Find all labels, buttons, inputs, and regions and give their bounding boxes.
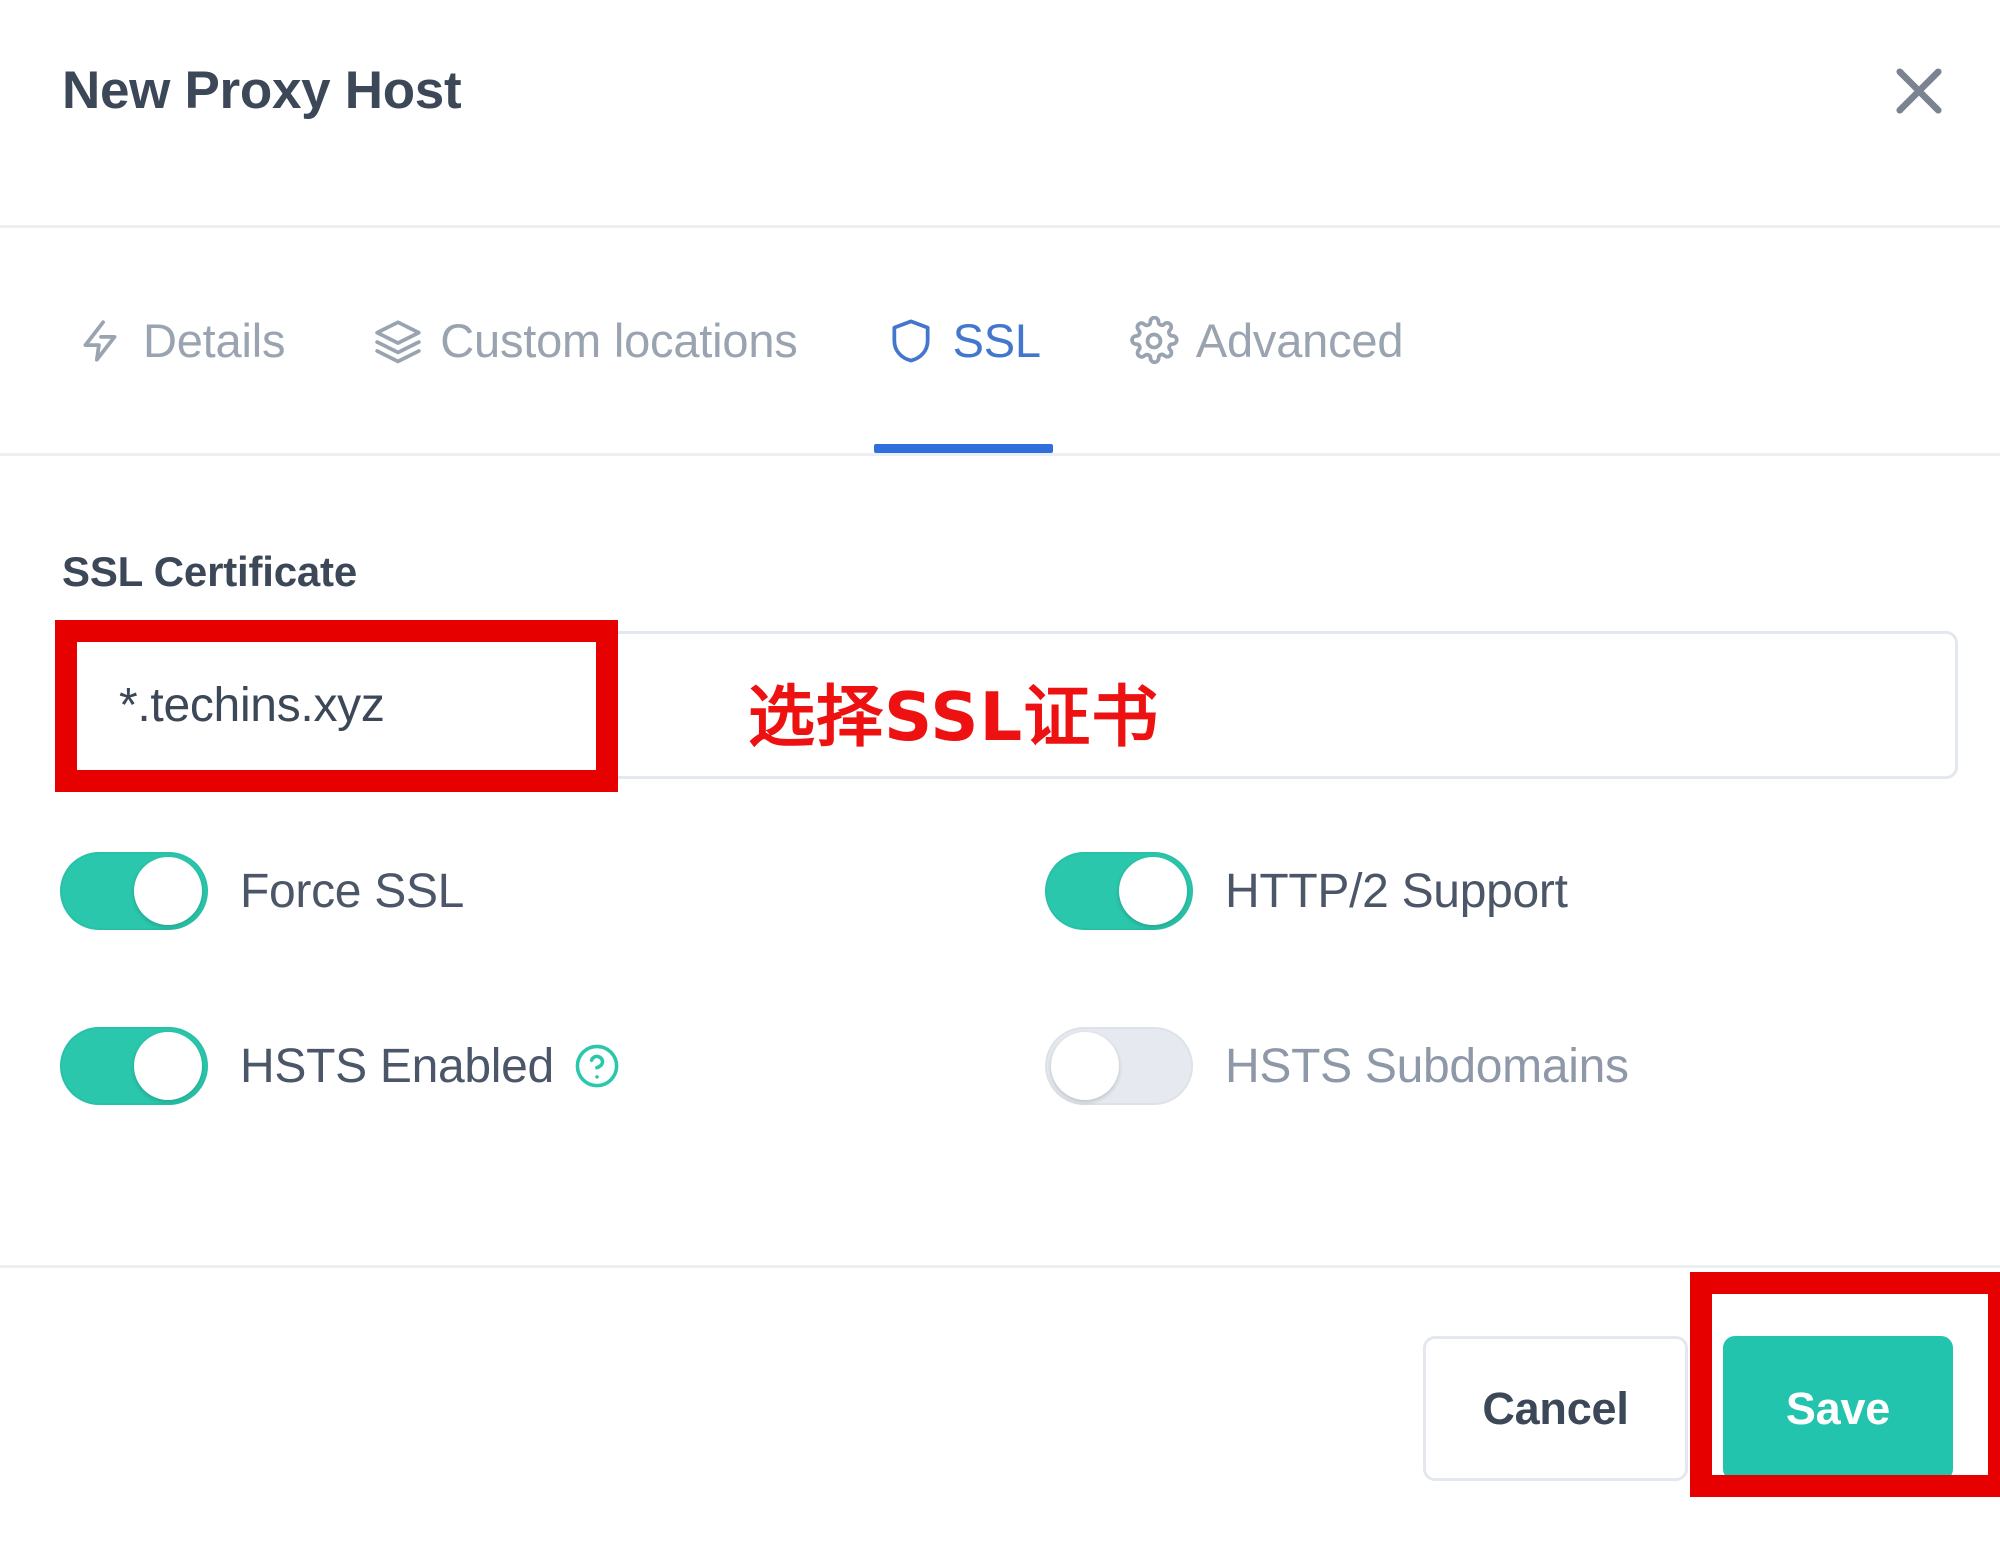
toggle-force-ssl[interactable] xyxy=(60,852,208,930)
save-button[interactable]: Save xyxy=(1723,1336,1953,1481)
tab-label: Details xyxy=(143,314,286,367)
tab-details[interactable]: Details xyxy=(52,228,309,453)
tab-advanced[interactable]: Advanced xyxy=(1105,228,1427,453)
modal-header: New Proxy Host xyxy=(0,0,2000,228)
toggle-hsts-enabled[interactable] xyxy=(60,1027,208,1105)
ssl-certificate-select[interactable]: *.techins.xyz xyxy=(60,631,1958,779)
help-circle-icon[interactable] xyxy=(572,1041,622,1091)
tab-custom-locations[interactable]: Custom locations xyxy=(349,228,821,453)
toggle-label-force-ssl: Force SSL xyxy=(240,864,465,918)
ssl-certificate-value: *.techins.xyz xyxy=(119,678,385,732)
toggle-row-hsts-enabled: HSTS Enabled xyxy=(60,1027,622,1105)
toggle-label-hsts-enabled: HSTS Enabled xyxy=(240,1039,554,1093)
page-title: New Proxy Host xyxy=(62,61,462,120)
tab-label: Custom locations xyxy=(440,314,798,367)
lightning-bolt-icon xyxy=(76,316,126,366)
shield-icon xyxy=(886,316,936,366)
tab-ssl[interactable]: SSL xyxy=(862,228,1065,453)
modal-footer: Cancel Save xyxy=(0,1265,2000,1547)
toggle-knob xyxy=(134,857,202,925)
ssl-certificate-label: SSL Certificate xyxy=(62,548,357,595)
toggle-knob xyxy=(1051,1032,1119,1100)
cancel-button[interactable]: Cancel xyxy=(1423,1336,1688,1481)
toggle-knob xyxy=(1119,857,1187,925)
gear-icon xyxy=(1129,315,1179,366)
toggle-label-hsts-subdomains: HSTS Subdomains xyxy=(1225,1039,1629,1093)
new-proxy-host-modal: New Proxy Host Details Custom locations … xyxy=(0,0,2000,1547)
toggle-http2-support[interactable] xyxy=(1045,852,1193,930)
toggle-label-http2-support: HTTP/2 Support xyxy=(1225,864,1568,918)
toggle-knob xyxy=(134,1032,202,1100)
toggle-row-hsts-subdomains: HSTS Subdomains xyxy=(1045,1027,1629,1105)
tab-label: Advanced xyxy=(1195,314,1404,367)
tab-label: SSL xyxy=(952,314,1041,367)
layers-icon xyxy=(373,316,423,366)
tab-bar: Details Custom locations SSL Advanced xyxy=(0,228,2000,456)
toggle-row-force-ssl: Force SSL xyxy=(60,852,464,930)
toggle-hsts-subdomains[interactable] xyxy=(1045,1027,1193,1105)
close-icon[interactable] xyxy=(1886,58,1952,124)
ssl-panel: SSL Certificate *.techins.xyz Force SSL … xyxy=(0,456,2000,1265)
toggle-row-http2-support: HTTP/2 Support xyxy=(1045,852,1568,930)
